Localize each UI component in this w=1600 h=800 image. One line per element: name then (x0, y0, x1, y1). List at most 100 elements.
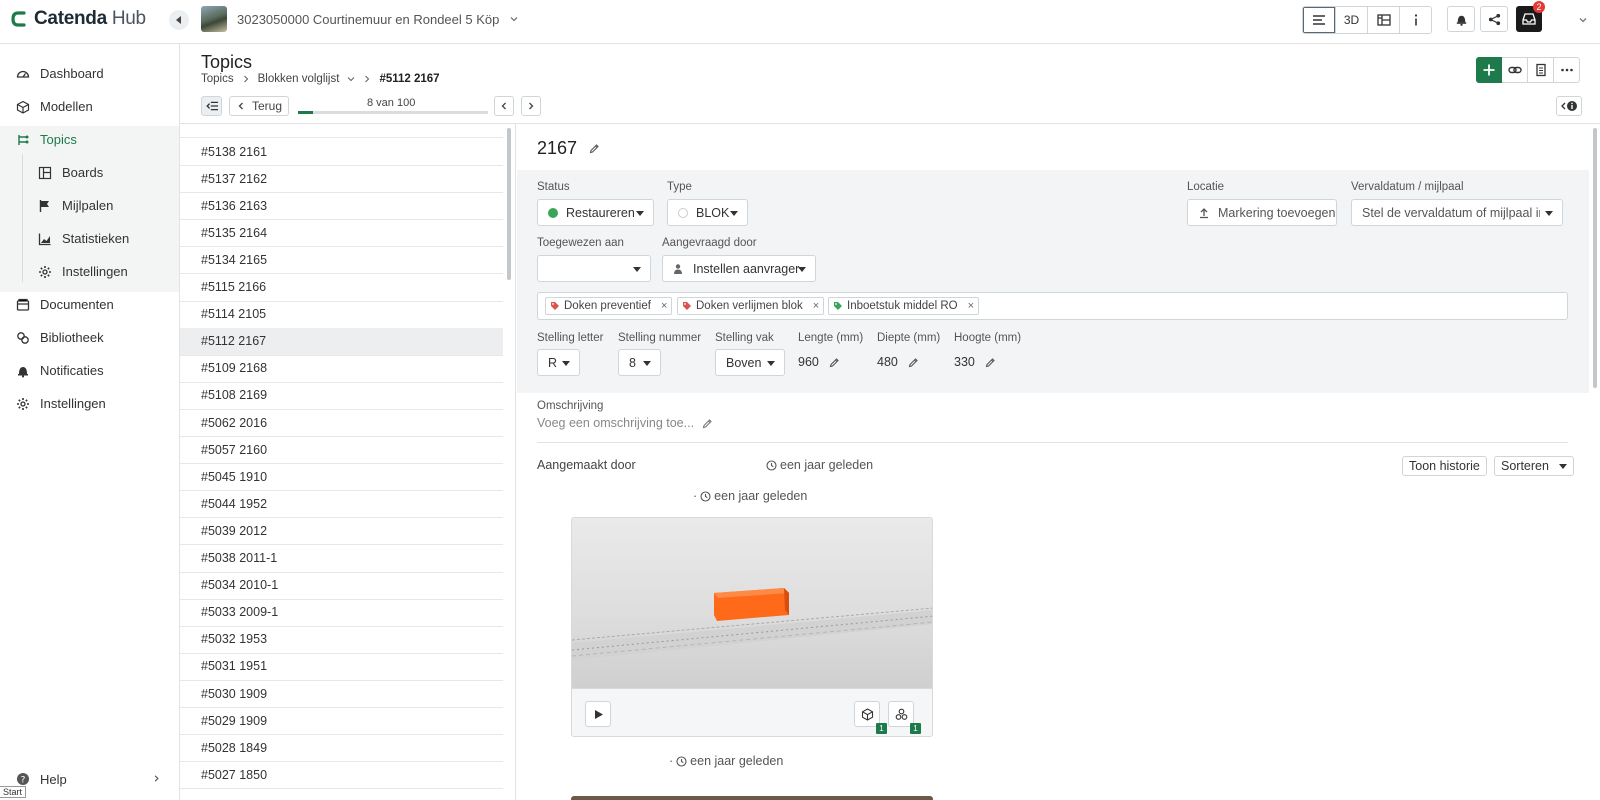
project-selector[interactable]: 3023050000 Courtinemuur en Rondeel 5 Köp (201, 6, 519, 32)
topic-list-row[interactable]: #5134 2165 (180, 246, 503, 275)
stelling-nummer-select[interactable]: 8 (618, 349, 661, 376)
sidebar-item-topic-settings[interactable]: Instellingen (0, 255, 179, 288)
topic-list-row[interactable]: #5137 2162 (180, 165, 503, 194)
due-date-select[interactable]: Stel de vervaldatum of mijlpaal in (1351, 199, 1563, 226)
info-view-button[interactable] (1399, 7, 1431, 33)
sidebar-item-boards[interactable]: Boards (0, 156, 179, 189)
list-scrollbar[interactable] (507, 128, 511, 280)
topic-list-row[interactable]: #5039 2012 (180, 517, 503, 546)
description-field[interactable]: Voeg een omschrijving toe... (537, 416, 713, 430)
diepte-label: Diepte (mm) (877, 332, 941, 344)
topic-list-row[interactable]: #5030 1909 (180, 680, 503, 708)
topic-list-row[interactable]: #5108 2169 (180, 382, 503, 410)
topic-list-row[interactable]: #5109 2168 (180, 355, 503, 383)
topic-list-row[interactable]: #5114 2105 (180, 301, 503, 329)
remove-tag-icon[interactable]: × (968, 300, 974, 312)
sidebar-item-mijlpalen[interactable]: Mijlpalen (0, 189, 179, 222)
topic-list-row[interactable]: #5136 2163 (180, 192, 503, 221)
sidebar-item-dashboard[interactable]: Dashboard (0, 57, 179, 90)
topic-list-row[interactable]: #5135 2164 (180, 219, 503, 248)
topic-list-row[interactable]: #5138 2161 (180, 138, 503, 166)
topic-list-row[interactable]: #5062 2016 (180, 409, 503, 437)
copy-link-button[interactable] (1502, 57, 1528, 83)
topic-list-row[interactable]: #5029 1909 (180, 707, 503, 736)
topic-list-row[interactable]: #5057 2160 (180, 436, 503, 465)
pencil-icon[interactable] (589, 143, 600, 154)
play-viewpoint-button[interactable] (585, 701, 611, 727)
topic-list-row[interactable]: #5027 1850 (180, 761, 503, 790)
sidebar-item-statistieken[interactable]: Statistieken (0, 222, 179, 255)
sidebar-item-bibliotheek[interactable]: Bibliotheek (0, 321, 179, 354)
more-options-button[interactable] (1554, 57, 1580, 83)
next-viewpoint-thumbnail[interactable] (571, 796, 933, 800)
description-divider (537, 442, 1568, 443)
back-button[interactable]: Terug (229, 96, 290, 116)
comment-time: · een jaar geleden (693, 489, 807, 503)
breadcrumb-topics[interactable]: Topics (201, 73, 234, 85)
topic-list-row[interactable]: #5034 2010-1 (180, 572, 503, 600)
status-dot (548, 207, 558, 218)
topic-list-row[interactable]: #5115 2166 (180, 274, 503, 302)
previous-topic-button[interactable] (494, 96, 514, 116)
topic-list-row[interactable]: #5038 2011-1 (180, 545, 503, 573)
pencil-icon[interactable] (908, 357, 919, 368)
tags-field[interactable]: Doken preventief × Doken verlijmen blok … (537, 292, 1568, 320)
stelling-letter-select[interactable]: R (537, 349, 580, 376)
sidebar-item-instellingen[interactable]: Instellingen (0, 387, 179, 420)
chevron-down-icon[interactable] (347, 75, 355, 83)
add-topic-button[interactable] (1476, 57, 1502, 83)
notification-badge: 2 (1533, 1, 1545, 13)
topic-list-row[interactable]: #5028 1849 (180, 734, 503, 763)
sort-button[interactable]: Sorteren (1494, 456, 1574, 476)
stelling-vak-select[interactable]: Boven (715, 349, 785, 376)
topic-list-row[interactable]: #5044 1952 (180, 490, 503, 519)
topic-list-row-label: #5028 1849 (201, 740, 268, 755)
stelling-vak-value: Boven (726, 355, 762, 370)
sidebar-item-documenten[interactable]: Documenten (0, 288, 179, 321)
split-view-button[interactable] (1367, 7, 1399, 33)
topic-list-row[interactable]: #5032 1953 (180, 626, 503, 654)
list-view-button[interactable] (1303, 7, 1335, 33)
add-marker-button[interactable]: Markering toevoegen (1187, 199, 1337, 226)
info-panel-toggle[interactable] (1556, 96, 1582, 116)
help-icon: ? (17, 773, 29, 786)
toggle-list-button[interactable] (201, 96, 222, 116)
topic-list-row-label: #5112 2167 (201, 334, 267, 349)
topic-list-row[interactable]: #5045 1910 (180, 463, 503, 492)
link-icon (1507, 66, 1522, 74)
app-logo[interactable]: Catenda Hub (10, 8, 146, 30)
detail-scrollbar[interactable] (1593, 128, 1597, 388)
bell-button[interactable] (1447, 6, 1475, 32)
topic-list-row[interactable]: #5112 2167 (180, 327, 503, 356)
pencil-icon[interactable] (985, 357, 996, 368)
tag-label: Doken preventief (564, 300, 651, 312)
assigned-select[interactable] (537, 255, 651, 282)
gear-icon (39, 265, 51, 278)
user-menu-chevron-icon[interactable] (1578, 15, 1588, 25)
clock-icon (766, 459, 777, 471)
topic-list-row[interactable]: #5033 2009-1 (180, 599, 503, 627)
topic-list-row[interactable]: #5031 1951 (180, 653, 503, 681)
breadcrumb-list[interactable]: Blokken volglijst (258, 73, 340, 85)
show-history-button[interactable]: Toon historie (1402, 456, 1487, 476)
document-icon (1535, 63, 1546, 77)
3d-view-button[interactable]: 3D (1335, 7, 1367, 33)
remove-tag-icon[interactable]: × (661, 300, 667, 312)
status-select[interactable]: Restaureren (537, 199, 654, 226)
requested-select[interactable]: Instellen aanvrager (662, 255, 816, 282)
remove-tag-icon[interactable]: × (813, 300, 819, 312)
next-topic-button[interactable] (521, 96, 541, 116)
report-button[interactable] (1528, 57, 1554, 83)
viewpoint-snapshot[interactable] (572, 518, 932, 688)
pencil-icon[interactable] (829, 357, 840, 368)
due-date-value: Stel de vervaldatum of mijlpaal in (1362, 205, 1540, 220)
show-history-label: Toon historie (1409, 459, 1480, 473)
topic-list-row-label: #5136 2163 (201, 198, 268, 213)
sidebar-item-modellen[interactable]: Modellen (0, 90, 179, 123)
collapse-sidebar-button[interactable] (169, 10, 189, 30)
share-button[interactable] (1480, 6, 1508, 32)
sidebar-item-notificaties[interactable]: Notificaties (0, 354, 179, 387)
type-select[interactable]: BLOK (667, 199, 748, 226)
sidebar-item-topics[interactable]: Topics (0, 123, 179, 156)
help-menu[interactable]: ? Help (0, 764, 179, 794)
